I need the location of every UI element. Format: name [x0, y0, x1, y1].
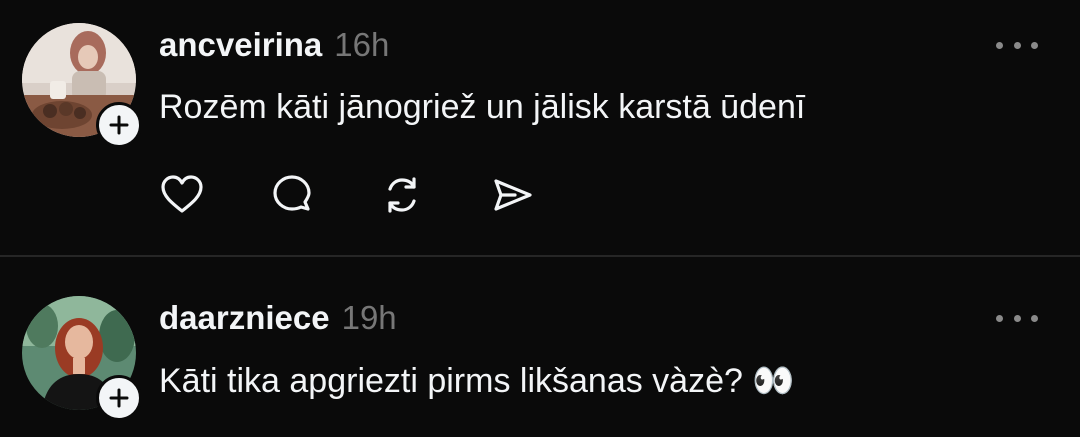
- timestamp[interactable]: 16h: [334, 26, 389, 64]
- like-button[interactable]: [157, 170, 207, 220]
- post-header: ancveirina 16h: [159, 26, 389, 64]
- thread-post: daarzniece 19h Kāti tika apgriezti pirms…: [0, 257, 1080, 437]
- more-options-button[interactable]: [996, 33, 1038, 57]
- comment-icon: [273, 175, 311, 211]
- username[interactable]: daarzniece: [159, 299, 330, 337]
- post-actions: [157, 170, 597, 220]
- timestamp[interactable]: 19h: [342, 299, 397, 337]
- more-dot: [1031, 314, 1038, 322]
- more-dot: [1013, 314, 1021, 322]
- heart-icon: [161, 175, 203, 213]
- follow-button[interactable]: [96, 375, 142, 421]
- comment-button[interactable]: [267, 170, 317, 220]
- username[interactable]: ancveirina: [159, 26, 322, 64]
- post-text: Kāti tika apgriezti pirms likšanas vàzè?…: [159, 362, 795, 400]
- share-icon: [494, 179, 532, 211]
- more-dot: [996, 41, 1003, 49]
- plus-icon: [109, 115, 129, 135]
- thread-post: ancveirina 16h Rozēm kāti jānogriež un j…: [0, 0, 1080, 256]
- plus-icon: [109, 388, 129, 408]
- share-button[interactable]: [487, 170, 537, 220]
- more-dot: [1031, 41, 1038, 49]
- more-dot: [1013, 41, 1021, 49]
- more-dot: [996, 314, 1003, 322]
- more-options-button[interactable]: [996, 306, 1038, 330]
- post-text: Rozēm kāti jānogriež un jālisk karstā ūd…: [159, 88, 806, 126]
- repost-button[interactable]: [377, 170, 427, 220]
- post-header: daarzniece 19h: [159, 299, 397, 337]
- follow-button[interactable]: [96, 102, 142, 148]
- repost-icon: [388, 177, 416, 213]
